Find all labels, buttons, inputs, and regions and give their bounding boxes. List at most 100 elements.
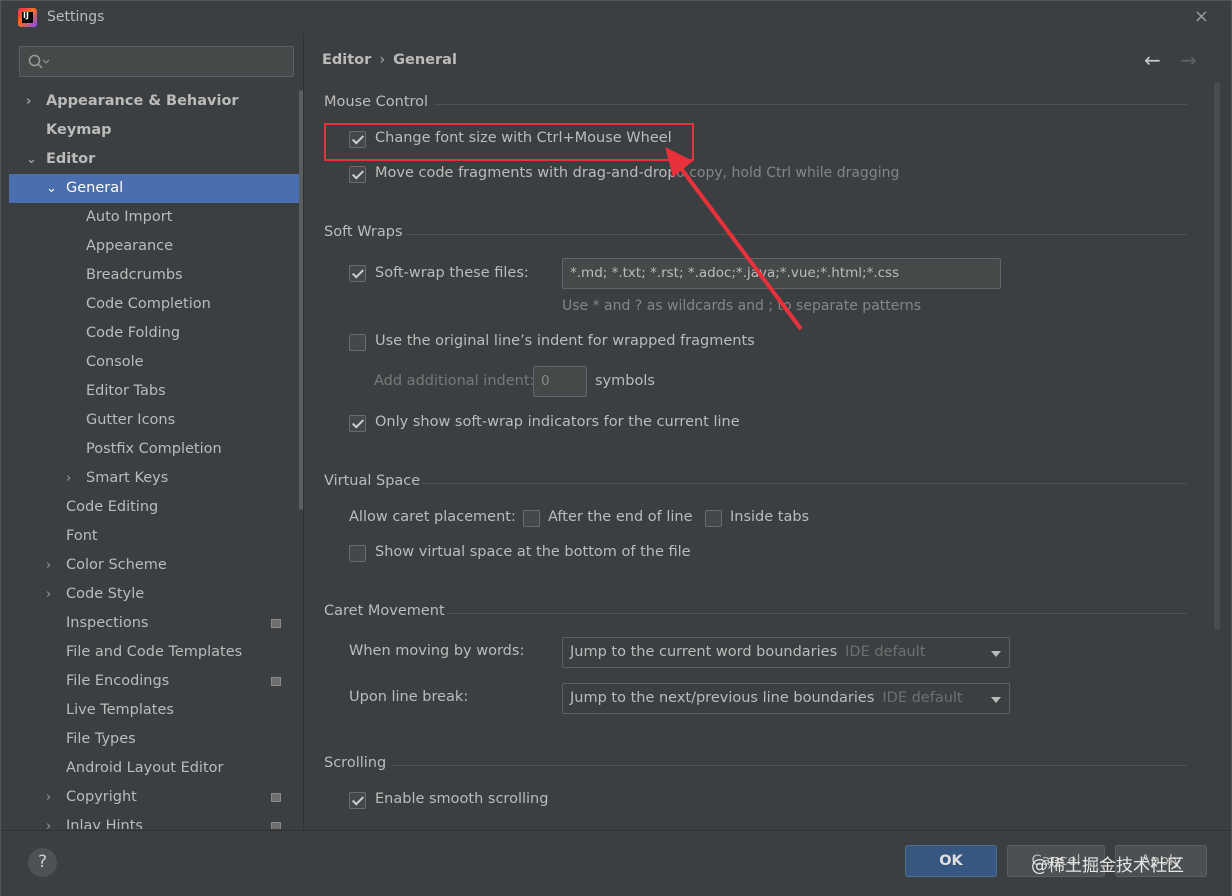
- soft-wrap-files-label[interactable]: Soft-wrap these files:: [375, 265, 529, 281]
- chevron-right-icon[interactable]: ›: [26, 87, 31, 116]
- title-bar: IJ Settings ×: [1, 1, 1231, 34]
- smooth-scrolling-label[interactable]: Enable smooth scrolling: [375, 791, 548, 807]
- search-icon: [28, 54, 50, 69]
- soft-wrap-patterns-input[interactable]: *.md; *.txt; *.rst; *.adoc;*.java;*.vue;…: [562, 258, 1001, 289]
- chevron-down-icon[interactable]: ⌄: [46, 174, 57, 203]
- breadcrumb-root[interactable]: Editor: [322, 52, 371, 68]
- forward-arrow-icon[interactable]: →: [1180, 48, 1197, 72]
- tree-item-label: Gutter Icons: [86, 412, 176, 428]
- tree-item[interactable]: › Copyright: [9, 783, 301, 812]
- tree-item[interactable]: Breadcrumbs: [9, 261, 301, 290]
- tree-item[interactable]: Gutter Icons: [9, 406, 301, 435]
- ok-button[interactable]: OK: [905, 845, 997, 877]
- drag-drop-hint: To copy, hold Ctrl while dragging: [670, 165, 900, 181]
- close-icon[interactable]: ×: [1194, 6, 1209, 27]
- tree-item[interactable]: File Types: [9, 725, 301, 754]
- inside-tabs-label[interactable]: Inside tabs: [730, 509, 809, 525]
- tree-item[interactable]: ⌄ Editor: [9, 145, 301, 174]
- section-separator: [434, 104, 1187, 105]
- tree-item[interactable]: Postfix Completion: [9, 435, 301, 464]
- tree-item-label: Code Folding: [86, 325, 181, 341]
- only-current-line-checkbox[interactable]: [349, 415, 366, 432]
- tree-item-label: Editor Tabs: [86, 383, 166, 399]
- settings-search-input[interactable]: [19, 46, 294, 77]
- additional-indent-label: Add additional indent:: [374, 373, 535, 389]
- font-size-ctrl-wheel-label[interactable]: Change font size with Ctrl+Mouse Wheel: [375, 130, 672, 146]
- tree-item[interactable]: Appearance: [9, 232, 301, 261]
- tree-item[interactable]: › Code Style: [9, 580, 301, 609]
- section-separator: [422, 483, 1187, 484]
- line-break-label: Upon line break:: [349, 689, 469, 705]
- additional-indent-input[interactable]: 0: [533, 366, 587, 397]
- line-break-default: IDE default: [882, 690, 963, 706]
- chevron-right-icon[interactable]: ›: [46, 783, 51, 812]
- additional-indent-suffix: symbols: [595, 373, 655, 389]
- tree-item[interactable]: › Inlay Hints: [9, 812, 301, 829]
- after-end-of-line-checkbox[interactable]: [523, 510, 540, 527]
- tree-item[interactable]: Console: [9, 348, 301, 377]
- tree-item-label: Inspections: [66, 615, 149, 631]
- dropdown-arrow-icon: [991, 697, 1001, 703]
- show-virtual-space-checkbox[interactable]: [349, 545, 366, 562]
- font-size-ctrl-wheel-checkbox[interactable]: [349, 131, 366, 148]
- soft-wrap-files-checkbox[interactable]: [349, 265, 366, 282]
- chevron-right-icon[interactable]: ›: [46, 551, 51, 580]
- tree-item-label: Live Templates: [66, 702, 174, 718]
- section-title-mouse-control: Mouse Control: [324, 94, 429, 110]
- drag-drop-label[interactable]: Move code fragments with drag-and-drop: [375, 165, 677, 181]
- tree-item[interactable]: File Encodings: [9, 667, 301, 696]
- intellij-app-icon: IJ: [18, 8, 37, 27]
- drag-drop-checkbox[interactable]: [349, 166, 366, 183]
- chevron-down-icon[interactable]: ⌄: [26, 145, 37, 174]
- tree-item-label: Console: [86, 354, 144, 370]
- show-virtual-space-label[interactable]: Show virtual space at the bottom of the …: [375, 544, 691, 560]
- moving-by-words-label: When moving by words:: [349, 643, 525, 659]
- tree-item[interactable]: Inspections: [9, 609, 301, 638]
- tree-item[interactable]: › Appearance & Behavior: [9, 87, 301, 116]
- tree-item-label: Smart Keys: [86, 470, 169, 486]
- tree-item[interactable]: Code Folding: [9, 319, 301, 348]
- tree-item[interactable]: Keymap: [9, 116, 301, 145]
- settings-sidebar: › Appearance & Behavior Keymap ⌄ Editor ⌄ Gene…: [9, 34, 303, 830]
- chevron-right-icon[interactable]: ›: [46, 812, 51, 829]
- tree-item-label: Appearance: [86, 238, 174, 254]
- tree-item-label: Auto Import: [86, 209, 173, 225]
- allow-caret-label: Allow caret placement:: [349, 509, 516, 525]
- tree-item-label: Color Scheme: [66, 557, 167, 573]
- tree-item[interactable]: Code Editing: [9, 493, 301, 522]
- section-title-virtual-space: Virtual Space: [324, 473, 421, 489]
- tree-item[interactable]: Android Layout Editor: [9, 754, 301, 783]
- breadcrumb: Editor › General: [322, 52, 457, 68]
- back-arrow-icon[interactable]: ←: [1144, 48, 1161, 72]
- tree-item[interactable]: Auto Import: [9, 203, 301, 232]
- tree-item-label: Breadcrumbs: [86, 267, 183, 283]
- tree-item[interactable]: File and Code Templates: [9, 638, 301, 667]
- tree-item[interactable]: › Color Scheme: [9, 551, 301, 580]
- tree-item[interactable]: ⌄ General: [9, 174, 301, 203]
- tree-item[interactable]: › Smart Keys: [9, 464, 301, 493]
- tree-item-label: Copyright: [66, 789, 137, 805]
- line-break-select[interactable]: Jump to the next/previous line boundarie…: [562, 683, 1010, 714]
- original-indent-checkbox[interactable]: [349, 334, 366, 351]
- line-break-value: Jump to the next/previous line boundarie…: [570, 690, 875, 706]
- chevron-right-icon[interactable]: ›: [66, 464, 71, 493]
- smooth-scrolling-checkbox[interactable]: [349, 792, 366, 809]
- only-current-line-label[interactable]: Only show soft-wrap indicators for the c…: [375, 414, 740, 430]
- tree-item[interactable]: Code Completion: [9, 290, 301, 319]
- content-scrollbar[interactable]: [1214, 82, 1220, 630]
- tree-item[interactable]: Editor Tabs: [9, 377, 301, 406]
- tree-item-label: Font: [66, 528, 98, 544]
- tree-item-label: Appearance & Behavior: [46, 93, 239, 109]
- inside-tabs-checkbox[interactable]: [705, 510, 722, 527]
- original-indent-label[interactable]: Use the original line’s indent for wrapp…: [375, 333, 755, 349]
- after-end-of-line-label[interactable]: After the end of line: [548, 509, 693, 525]
- chevron-right-icon[interactable]: ›: [46, 580, 51, 609]
- help-button[interactable]: ?: [28, 848, 57, 877]
- moving-by-words-default: IDE default: [845, 644, 926, 660]
- tree-item[interactable]: Font: [9, 522, 301, 551]
- tree-item-label: Inlay Hints: [66, 818, 143, 829]
- tree-item-label: Editor: [46, 151, 96, 167]
- soft-wrap-patterns-hint: Use * and ? as wildcards and ; to separa…: [562, 298, 922, 314]
- tree-item[interactable]: Live Templates: [9, 696, 301, 725]
- moving-by-words-select[interactable]: Jump to the current word boundaries IDE d…: [562, 637, 1010, 668]
